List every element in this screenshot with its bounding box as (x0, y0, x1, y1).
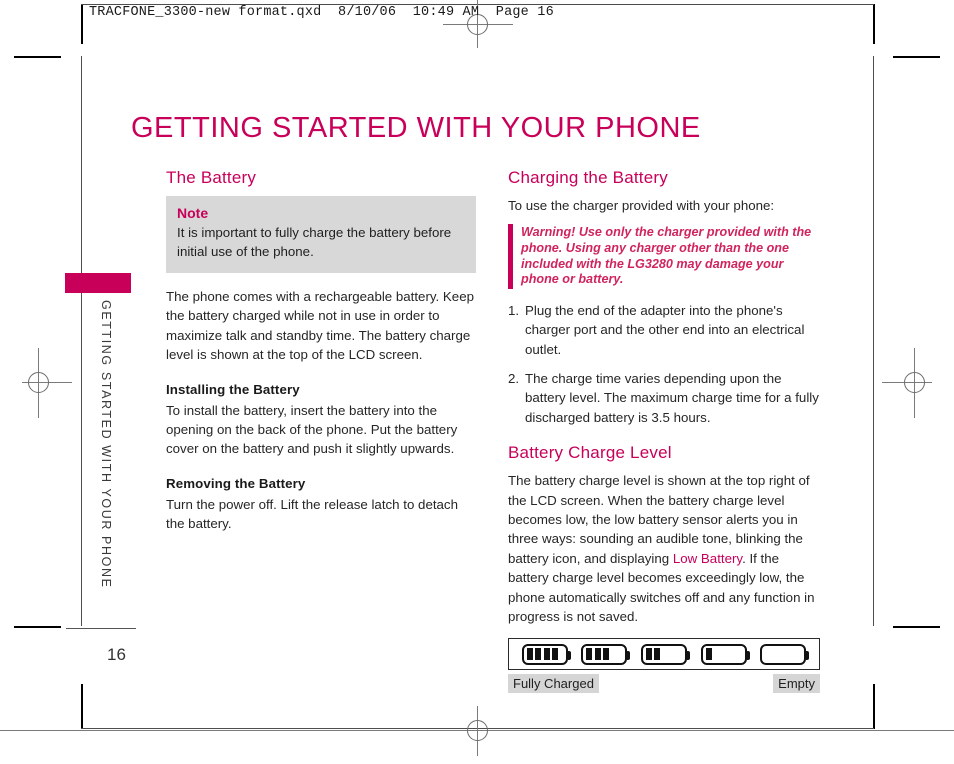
charging-steps-list: 1. Plug the end of the adapter into the … (508, 301, 820, 427)
page-number-rule (66, 628, 136, 630)
list-item-text: Plug the end of the adapter into the pho… (525, 302, 805, 357)
warning-callout: Warning! Use only the charger provided w… (508, 224, 820, 289)
crop-mark-bottom-right-horizontal (893, 626, 940, 628)
battery-icon-2-bars (640, 643, 690, 665)
registration-mark-left (22, 348, 72, 418)
battery-level-bar (535, 648, 542, 661)
heading-removing-the-battery: Removing the Battery (166, 475, 306, 491)
battery-level-bar (543, 648, 550, 661)
warning-text: Warning! Use only the charger provided w… (521, 225, 812, 287)
battery-icon-1-bars (700, 643, 750, 665)
battery-level-bar (586, 648, 593, 661)
crop-mark-top-right-vertical (873, 4, 875, 44)
section-title-charging-the-battery: Charging the Battery (508, 168, 668, 187)
list-item-text: The charge time varies depending upon th… (525, 371, 819, 425)
battery-level-bar (594, 648, 601, 661)
battery-icon-4-bars (521, 643, 571, 665)
label-empty: Empty (773, 674, 820, 694)
battery-icon-3-bars (581, 643, 631, 665)
note-title: Note (177, 205, 209, 221)
registration-mark-bottom (0, 706, 954, 756)
list-item: 1. Plug the end of the adapter into the … (508, 301, 820, 359)
section-title-the-battery: The Battery (166, 168, 257, 187)
right-column: Charging the Battery To use the charger … (508, 168, 820, 694)
sidebar-accent-tab (65, 273, 131, 293)
crop-mark-top-left-horizontal (14, 56, 61, 58)
section-title-battery-charge-level: Battery Charge Level (508, 443, 672, 463)
battery-intro-paragraph: The phone comes with a rechargeable batt… (166, 289, 474, 363)
note-body: It is important to fully charge the batt… (177, 225, 452, 259)
battery-level-diagram: Fully Charged Empty (508, 638, 820, 694)
crop-mark-bottom-left-vertical (81, 684, 83, 729)
page-title: GETTING STARTED WITH YOUR PHONE (131, 112, 701, 145)
registration-mark-right (882, 348, 932, 418)
battery-charge-level-body: The battery charge level is shown at the… (508, 471, 820, 626)
crop-mark-bottom-left-horizontal (14, 626, 61, 628)
battery-diagram-labels: Fully Charged Empty (508, 674, 820, 694)
battery-level-bar (705, 648, 712, 661)
left-column: The Battery Note It is important to full… (166, 168, 476, 536)
crop-mark-bottom-right-vertical (873, 684, 875, 729)
crop-mark-top-right-horizontal (893, 56, 940, 58)
crop-mark-top-left-vertical (81, 4, 83, 44)
list-item-number: 2. (508, 371, 520, 386)
installing-the-battery-body: To install the battery, insert the batte… (166, 402, 458, 457)
low-battery-highlight: Low Battery (672, 550, 743, 566)
battery-level-bar (645, 648, 652, 661)
sidebar-running-head: GETTING STARTED WITH YOUR PHONE (99, 300, 113, 589)
list-item: 2. The charge time varies depending upon… (508, 369, 820, 427)
label-fully-charged: Fully Charged (508, 674, 599, 694)
heading-installing-the-battery: Installing the Battery (166, 381, 300, 397)
battery-level-bar (552, 648, 559, 661)
quark-slug-header: TRACFONE_3300-new format.qxd 8/10/06 10:… (89, 5, 554, 20)
list-item-number: 1. (508, 302, 520, 318)
page-border-left (81, 56, 83, 626)
page-border-right (873, 56, 875, 626)
battery-level-bar (654, 648, 661, 661)
page-number: 16 (107, 645, 126, 664)
removing-the-battery-body: Turn the power off. Lift the release lat… (166, 496, 458, 532)
battery-icon-0-bars (760, 643, 810, 665)
battery-level-bar (603, 648, 610, 661)
battery-level-bar (526, 648, 533, 661)
charging-intro-paragraph: To use the charger provided with your ph… (508, 198, 775, 213)
battery-icons-frame (508, 638, 820, 671)
note-box: Note It is important to fully charge the… (166, 196, 476, 273)
